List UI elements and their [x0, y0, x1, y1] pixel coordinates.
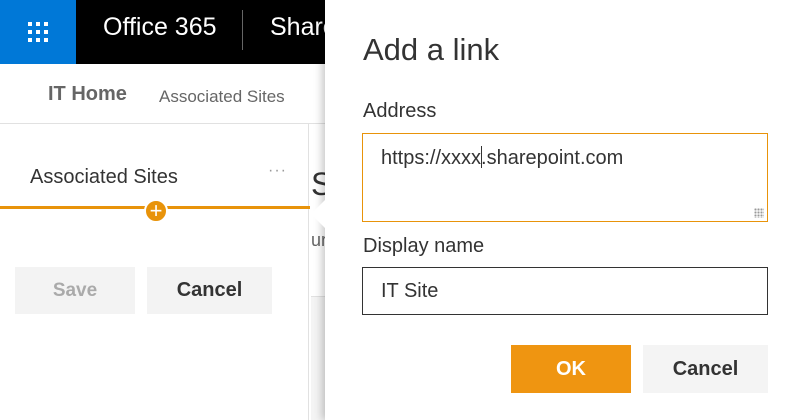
dialog-title: Add a link: [363, 32, 500, 67]
display-name-field[interactable]: IT Site: [362, 267, 768, 315]
app-launcher-button[interactable]: [0, 0, 76, 64]
ok-button[interactable]: OK: [511, 345, 631, 393]
office-365-brand[interactable]: Office 365: [103, 12, 217, 42]
cancel-button[interactable]: Cancel: [643, 345, 768, 393]
nav-link-it-home[interactable]: IT Home: [48, 83, 127, 106]
address-text-after-cursor: .sharepoint.com: [481, 147, 624, 169]
site-navigation: IT Home Associated Sites: [0, 64, 330, 124]
address-text-before-cursor: https://xxxx: [381, 147, 482, 169]
more-options-icon[interactable]: ···: [268, 162, 287, 180]
add-link-dialog: Add a link Address https://xxxx.sharepoi…: [325, 0, 802, 420]
suite-divider: [242, 10, 243, 50]
resize-grip-icon[interactable]: [754, 208, 764, 218]
save-button[interactable]: Save: [15, 267, 135, 314]
address-value: https://xxxx.sharepoint.com: [381, 146, 623, 170]
display-name-label: Display name: [363, 235, 485, 257]
cancel-edit-button[interactable]: Cancel: [147, 267, 272, 314]
nav-link-associated-sites[interactable]: Associated Sites: [159, 87, 285, 107]
panel-divider: [308, 124, 309, 420]
display-name-value: IT Site: [381, 280, 439, 302]
address-field[interactable]: https://xxxx.sharepoint.com: [362, 133, 768, 222]
dialog-pointer-caret: [311, 200, 325, 228]
plus-circle-icon[interactable]: +: [144, 199, 168, 223]
nav-edit-item-associated-sites[interactable]: Associated Sites: [30, 166, 178, 189]
address-label: Address: [363, 100, 437, 122]
waffle-icon: [28, 22, 48, 42]
